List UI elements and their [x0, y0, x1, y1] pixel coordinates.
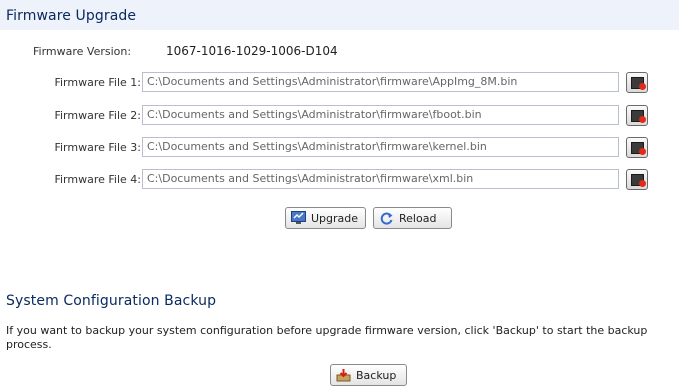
backup-description-line1: If you want to backup your system config… [6, 324, 648, 337]
config-backup-title: System Configuration Backup [6, 293, 217, 309]
reload-icon [380, 212, 393, 225]
browse-button-3[interactable] [626, 137, 648, 158]
browse-button-2[interactable] [626, 105, 648, 126]
reload-button[interactable]: Reload [373, 207, 452, 229]
firmware-file-row-4: Firmware File 4: C:\Documents and Settin… [0, 169, 679, 191]
backup-description: If you want to backup your system config… [6, 324, 679, 352]
firmware-version-label: Firmware Version: [33, 45, 132, 58]
backup-button[interactable]: Backup [330, 364, 407, 386]
firmware-file-input-4[interactable]: C:\Documents and Settings\Administrator\… [142, 169, 619, 189]
backup-label: Backup [356, 369, 397, 382]
firmware-file-input-3[interactable]: C:\Documents and Settings\Administrator\… [142, 137, 619, 157]
firmware-file-row-1: Firmware File 1: C:\Documents and Settin… [0, 72, 679, 94]
firmware-upgrade-title: Firmware Upgrade [6, 8, 137, 24]
firmware-file-label: Firmware File 4: [54, 173, 141, 186]
backup-description-line2: process. [6, 338, 52, 351]
firmware-file-input-2[interactable]: C:\Documents and Settings\Administrator\… [142, 105, 619, 125]
firmware-file-input-1[interactable]: C:\Documents and Settings\Administrator\… [142, 72, 619, 92]
browse-dot-icon [639, 83, 646, 90]
firmware-file-label: Firmware File 3: [54, 141, 141, 154]
upgrade-icon [291, 211, 306, 224]
firmware-file-label: Firmware File 2: [54, 109, 141, 122]
browse-dot-icon [639, 148, 646, 155]
browse-dot-icon [639, 116, 646, 123]
reload-label: Reload [399, 212, 437, 225]
browse-button-4[interactable] [626, 169, 648, 190]
firmware-file-row-2: Firmware File 2: C:\Documents and Settin… [0, 105, 679, 127]
browse-button-1[interactable] [626, 72, 648, 93]
upgrade-button[interactable]: Upgrade [285, 207, 366, 229]
browse-dot-icon [639, 180, 646, 187]
firmware-version-value: 1067-1016-1029-1006-D104 [166, 44, 338, 58]
firmware-file-label: Firmware File 1: [54, 76, 141, 89]
firmware-file-row-3: Firmware File 3: C:\Documents and Settin… [0, 137, 679, 159]
upgrade-label: Upgrade [311, 212, 359, 225]
